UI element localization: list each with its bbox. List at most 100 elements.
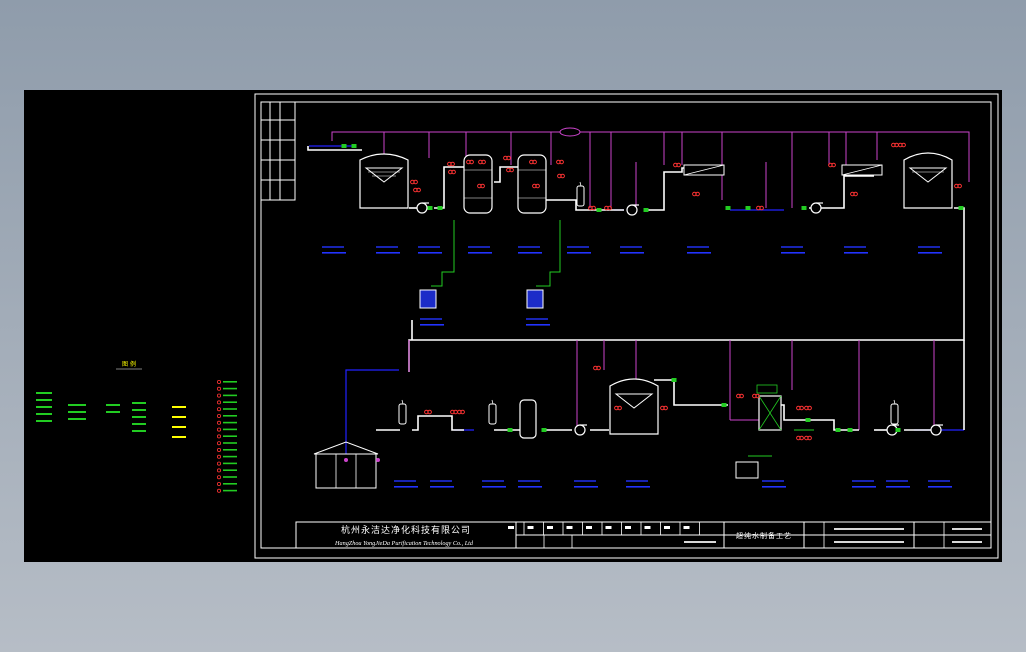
valve-icon (898, 142, 906, 148)
legend-symbol (216, 454, 221, 459)
legend-symbol (216, 475, 221, 480)
valve-icon (804, 405, 812, 411)
label-bar (420, 318, 442, 320)
dosing-tank-2[interactable] (526, 289, 544, 309)
title-block-mark (625, 526, 631, 529)
label-bar (518, 246, 540, 248)
dosing-tank-1[interactable] (419, 289, 437, 309)
legend-symbol (223, 428, 237, 431)
legend-symbol (216, 481, 221, 486)
instrument-icon (835, 428, 841, 432)
label-bar (852, 486, 876, 488)
ro-module-1[interactable] (683, 164, 725, 176)
label-bar (430, 480, 452, 482)
instrument-icon (507, 428, 513, 432)
label-bar (567, 246, 589, 248)
label-bar (322, 246, 344, 248)
legend-symbol (223, 449, 237, 451)
valve-icon (673, 162, 681, 168)
pure-water-tank[interactable] (903, 152, 953, 209)
user-building[interactable] (313, 441, 380, 489)
centrifugal-pump-icon (810, 202, 823, 214)
title-block-mark (586, 526, 592, 529)
title-block-text-mark (952, 528, 982, 530)
legend-symbol (216, 441, 221, 446)
instrument-icon (427, 206, 433, 210)
legend-symbol (216, 413, 221, 418)
valve-icon (448, 169, 456, 175)
label-bar (468, 252, 492, 254)
label-bar (394, 480, 416, 482)
legend-symbol (216, 420, 221, 425)
label-bar (526, 324, 550, 326)
title-block: 杭州永洁达净化科技有限公司 HangZhou YongJieDa Purific… (295, 521, 992, 549)
valve-icon (796, 435, 804, 441)
legend-symbol (216, 427, 221, 432)
valve-icon (736, 393, 744, 399)
legend-symbol (172, 436, 186, 438)
instrument-icon (847, 428, 853, 432)
legend-symbol (216, 379, 221, 384)
label-bar (781, 246, 803, 248)
legend-symbol (223, 381, 237, 383)
label-bar (918, 252, 942, 254)
instrument-icon (721, 403, 727, 407)
legend-symbol (223, 394, 237, 397)
title-block-text-mark (952, 541, 982, 543)
instrument-icon (745, 206, 751, 210)
small-vessel-icon (576, 181, 585, 207)
instrument-icon (895, 428, 901, 432)
valves (410, 142, 962, 441)
label-bar (687, 246, 709, 248)
legend-symbol (172, 416, 186, 418)
legend-symbol (216, 407, 221, 412)
legend-symbol (223, 408, 237, 410)
valve-icon (450, 409, 458, 415)
valve-icon (850, 191, 858, 197)
legend-symbol (216, 468, 221, 473)
edi-module[interactable] (756, 384, 782, 431)
drawing-title: 超纯水制备工艺 (736, 531, 792, 540)
title-block-mark (664, 526, 670, 529)
dosing-tank-3[interactable] (735, 461, 759, 479)
label-bar (418, 252, 442, 254)
valve-icon (413, 187, 421, 193)
label-bar (518, 252, 542, 254)
raw-water-tank[interactable] (359, 153, 409, 209)
valve-icon (503, 155, 511, 161)
label-bar (620, 246, 642, 248)
legend-symbol (216, 400, 221, 405)
legend-symbol (223, 421, 237, 424)
legend-symbol (68, 411, 86, 413)
company-name-en: HangZhou YongJieDa Purification Technolo… (334, 540, 474, 547)
label-bar (468, 246, 490, 248)
label-bar (626, 486, 650, 488)
pumps (416, 202, 943, 436)
legend-symbol (223, 469, 237, 471)
label-bar (574, 480, 596, 482)
legend-glyphs (36, 379, 237, 493)
legend-symbol (36, 406, 52, 408)
label-bar (482, 480, 504, 482)
cartridge-filter[interactable] (519, 399, 537, 439)
valve-icon (828, 162, 836, 168)
legend-symbol (223, 415, 237, 417)
label-bar (526, 318, 548, 320)
legend-heading: 图 例 (122, 360, 136, 368)
legend-symbol (223, 435, 237, 437)
label-bar (626, 480, 648, 482)
label-bar (886, 480, 908, 482)
label-bar (928, 480, 950, 482)
cad-viewport[interactable]: 图 例 杭州永洁达净化科技有限公司 HangZhou YongJieDa Pur… (24, 90, 1002, 562)
company-name-cn: 杭州永洁达净化科技有限公司 (341, 524, 471, 536)
valve-icon (410, 179, 418, 185)
label-bar (394, 486, 418, 488)
valve-icon (506, 167, 514, 173)
small-vessel-icon (488, 399, 497, 425)
legend-symbol (223, 401, 237, 403)
legend-symbol (216, 386, 221, 391)
instrument-icon (643, 208, 649, 212)
legend-symbol (216, 488, 221, 493)
ro-module-2[interactable] (841, 164, 883, 176)
instrument-icon (805, 418, 811, 422)
